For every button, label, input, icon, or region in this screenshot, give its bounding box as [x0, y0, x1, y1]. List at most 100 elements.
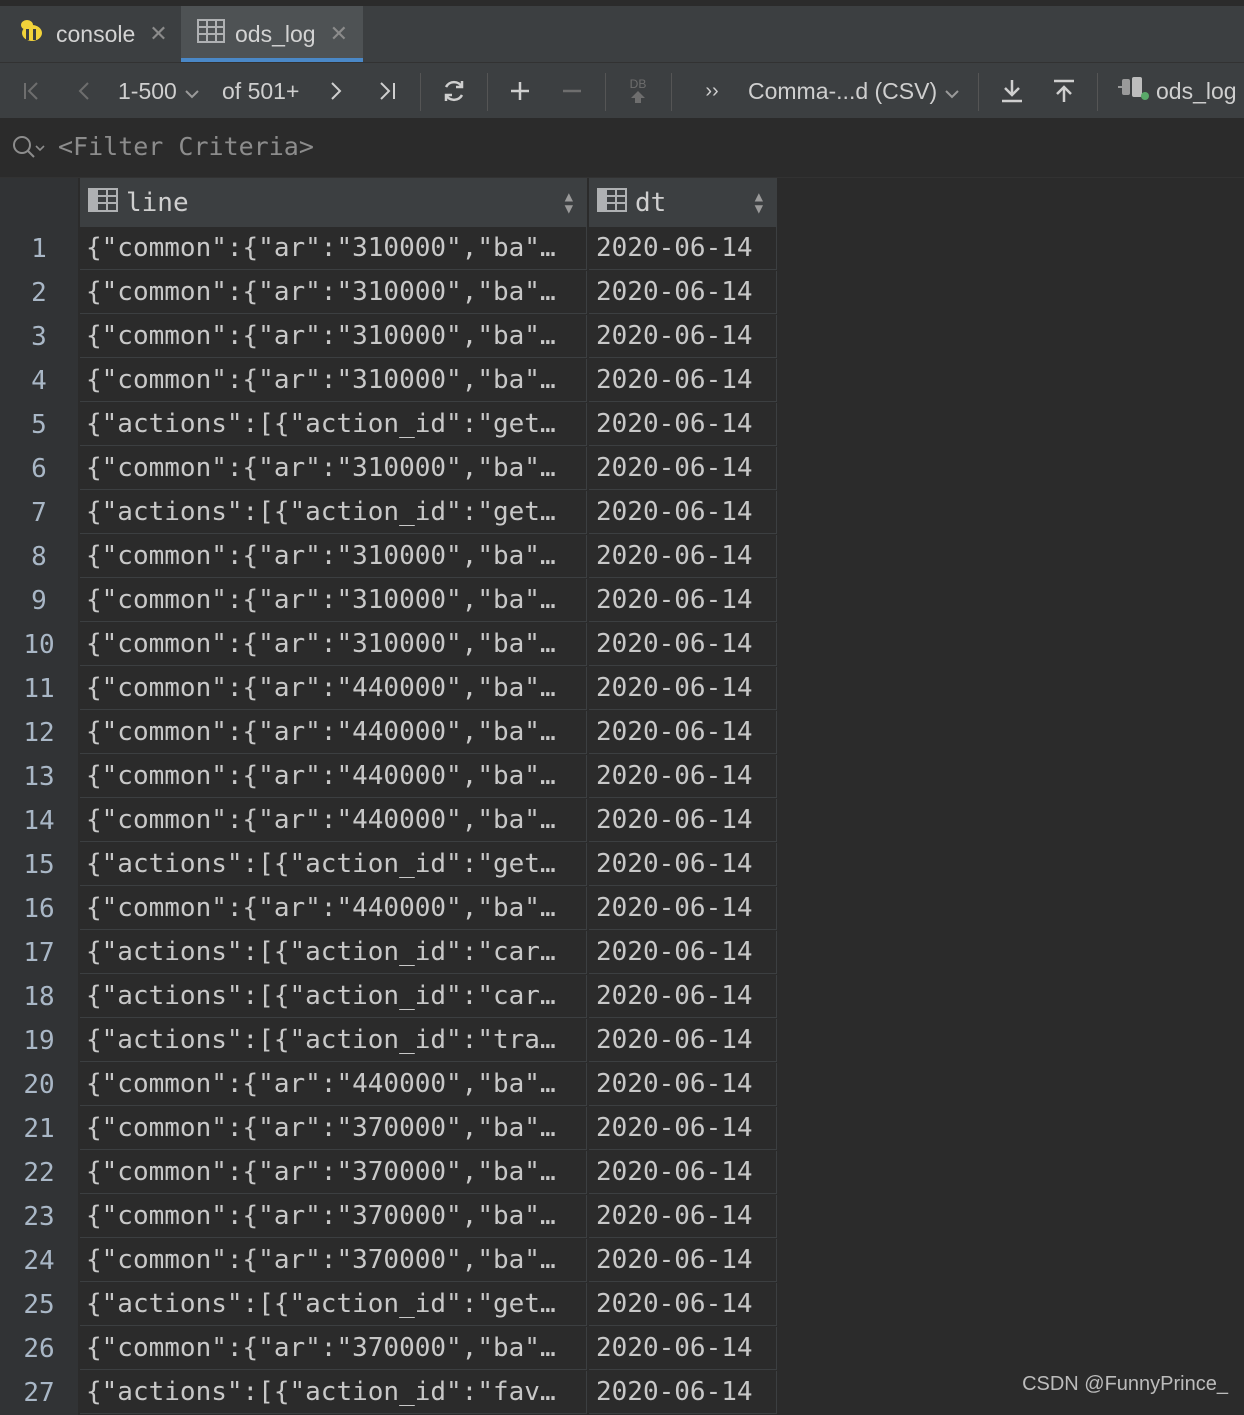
cell-line[interactable]: {"actions":[{"action_id":"get… — [80, 843, 587, 886]
cell-dt[interactable]: 2020-06-14 — [589, 1371, 777, 1414]
cell-dt[interactable]: 2020-06-14 — [589, 975, 777, 1018]
cell-dt[interactable]: 2020-06-14 — [589, 755, 777, 798]
next-page-icon[interactable] — [318, 63, 354, 119]
row-number[interactable]: 12 — [0, 711, 78, 755]
cell-dt[interactable]: 2020-06-14 — [589, 711, 777, 754]
cell-dt[interactable]: 2020-06-14 — [589, 1151, 777, 1194]
row-number[interactable]: 6 — [0, 447, 78, 491]
cell-line[interactable]: {"common":{"ar":"310000","ba"… — [80, 315, 587, 358]
refresh-icon[interactable] — [436, 63, 472, 119]
cell-line[interactable]: {"actions":[{"action_id":"tra… — [80, 1019, 587, 1062]
cell-line[interactable]: {"common":{"ar":"440000","ba"… — [80, 667, 587, 710]
tab-ods-log[interactable]: ods_log ✕ — [181, 6, 363, 62]
add-row-icon[interactable] — [502, 63, 538, 119]
row-number[interactable]: 22 — [0, 1151, 78, 1195]
cell-dt[interactable]: 2020-06-14 — [589, 623, 777, 666]
cell-dt[interactable]: 2020-06-14 — [589, 227, 777, 270]
cell-dt[interactable]: 2020-06-14 — [589, 931, 777, 974]
tab-console[interactable]: console ✕ — [0, 6, 180, 62]
previous-page-icon[interactable] — [66, 63, 102, 119]
row-number[interactable]: 18 — [0, 975, 78, 1019]
target-table-selector[interactable]: ods_log — [1118, 63, 1240, 119]
cell-line[interactable]: {"common":{"ar":"370000","ba"… — [80, 1195, 587, 1238]
row-number[interactable]: 16 — [0, 887, 78, 931]
cell-line[interactable]: {"common":{"ar":"310000","ba"… — [80, 271, 587, 314]
cell-line[interactable]: {"common":{"ar":"370000","ba"… — [80, 1107, 587, 1150]
cell-line[interactable]: {"common":{"ar":"440000","ba"… — [80, 755, 587, 798]
cell-dt[interactable]: 2020-06-14 — [589, 799, 777, 842]
cell-line[interactable]: {"actions":[{"action_id":"fav… — [80, 1371, 587, 1414]
row-number[interactable]: 19 — [0, 1019, 78, 1063]
cell-line[interactable]: {"common":{"ar":"310000","ba"… — [80, 359, 587, 402]
cell-dt[interactable]: 2020-06-14 — [589, 1327, 777, 1370]
cell-line[interactable]: {"common":{"ar":"310000","ba"… — [80, 535, 587, 578]
cell-line[interactable]: {"common":{"ar":"440000","ba"… — [80, 887, 587, 930]
cell-line[interactable]: {"actions":[{"action_id":"car… — [80, 975, 587, 1018]
cell-line[interactable]: {"actions":[{"action_id":"get… — [80, 491, 587, 534]
row-number[interactable]: 7 — [0, 491, 78, 535]
row-number[interactable]: 9 — [0, 579, 78, 623]
row-number[interactable]: 24 — [0, 1239, 78, 1283]
submit-to-db-icon[interactable]: DB — [620, 63, 656, 119]
row-number[interactable]: 10 — [0, 623, 78, 667]
cell-dt[interactable]: 2020-06-14 — [589, 491, 777, 534]
first-page-icon[interactable] — [14, 63, 50, 119]
upload-icon[interactable] — [1046, 63, 1082, 119]
cell-line[interactable]: {"common":{"ar":"370000","ba"… — [80, 1239, 587, 1282]
delete-row-icon[interactable] — [554, 63, 590, 119]
cell-line[interactable]: {"common":{"ar":"440000","ba"… — [80, 711, 587, 754]
row-number[interactable]: 13 — [0, 755, 78, 799]
cell-line[interactable]: {"common":{"ar":"310000","ba"… — [80, 227, 587, 270]
row-number[interactable]: 20 — [0, 1063, 78, 1107]
cell-dt[interactable]: 2020-06-14 — [589, 447, 777, 490]
row-number[interactable]: 8 — [0, 535, 78, 579]
row-number[interactable]: 5 — [0, 403, 78, 447]
cell-line[interactable]: {"common":{"ar":"370000","ba"… — [80, 1327, 587, 1370]
row-number[interactable]: 27 — [0, 1371, 78, 1415]
more-actions-icon[interactable]: ›› — [696, 63, 728, 119]
cell-line[interactable]: {"common":{"ar":"440000","ba"… — [80, 799, 587, 842]
row-number[interactable]: 25 — [0, 1283, 78, 1327]
cell-dt[interactable]: 2020-06-14 — [589, 1239, 777, 1282]
cell-line[interactable]: {"actions":[{"action_id":"get… — [80, 1283, 587, 1326]
cell-dt[interactable]: 2020-06-14 — [589, 315, 777, 358]
row-number[interactable]: 15 — [0, 843, 78, 887]
row-number[interactable]: 11 — [0, 667, 78, 711]
cell-dt[interactable]: 2020-06-14 — [589, 887, 777, 930]
row-number[interactable]: 1 — [0, 227, 78, 271]
row-number[interactable]: 14 — [0, 799, 78, 843]
row-number[interactable]: 21 — [0, 1107, 78, 1151]
page-range-dropdown[interactable]: 1-500 — [118, 63, 210, 119]
row-number[interactable]: 4 — [0, 359, 78, 403]
cell-dt[interactable]: 2020-06-14 — [589, 403, 777, 446]
cell-dt[interactable]: 2020-06-14 — [589, 271, 777, 314]
column-header-line[interactable]: line ▲▼ — [80, 178, 587, 228]
sort-icon[interactable]: ▲▼ — [755, 191, 763, 215]
cell-dt[interactable]: 2020-06-14 — [589, 1283, 777, 1326]
sort-icon[interactable]: ▲▼ — [565, 191, 573, 215]
cell-dt[interactable]: 2020-06-14 — [589, 1019, 777, 1062]
filter-criteria-input[interactable]: <Filter Criteria> — [58, 132, 314, 161]
row-number[interactable]: 3 — [0, 315, 78, 359]
column-header-dt[interactable]: dt ▲▼ — [589, 178, 777, 228]
cell-dt[interactable]: 2020-06-14 — [589, 1195, 777, 1238]
cell-line[interactable]: {"common":{"ar":"310000","ba"… — [80, 579, 587, 622]
cell-line[interactable]: {"common":{"ar":"370000","ba"… — [80, 1151, 587, 1194]
cell-line[interactable]: {"actions":[{"action_id":"get… — [80, 403, 587, 446]
cell-dt[interactable]: 2020-06-14 — [589, 1107, 777, 1150]
search-icon[interactable] — [12, 135, 46, 166]
download-icon[interactable] — [994, 63, 1030, 119]
close-icon[interactable]: ✕ — [330, 21, 348, 47]
row-number[interactable]: 23 — [0, 1195, 78, 1239]
cell-dt[interactable]: 2020-06-14 — [589, 579, 777, 622]
export-format-dropdown[interactable]: Comma-...d (CSV) — [748, 63, 962, 119]
cell-line[interactable]: {"common":{"ar":"440000","ba"… — [80, 1063, 587, 1106]
last-page-icon[interactable] — [369, 63, 405, 119]
cell-dt[interactable]: 2020-06-14 — [589, 535, 777, 578]
cell-dt[interactable]: 2020-06-14 — [589, 359, 777, 402]
cell-line[interactable]: {"common":{"ar":"310000","ba"… — [80, 623, 587, 666]
row-number[interactable]: 26 — [0, 1327, 78, 1371]
close-icon[interactable]: ✕ — [149, 21, 167, 47]
cell-dt[interactable]: 2020-06-14 — [589, 1063, 777, 1106]
row-number[interactable]: 17 — [0, 931, 78, 975]
